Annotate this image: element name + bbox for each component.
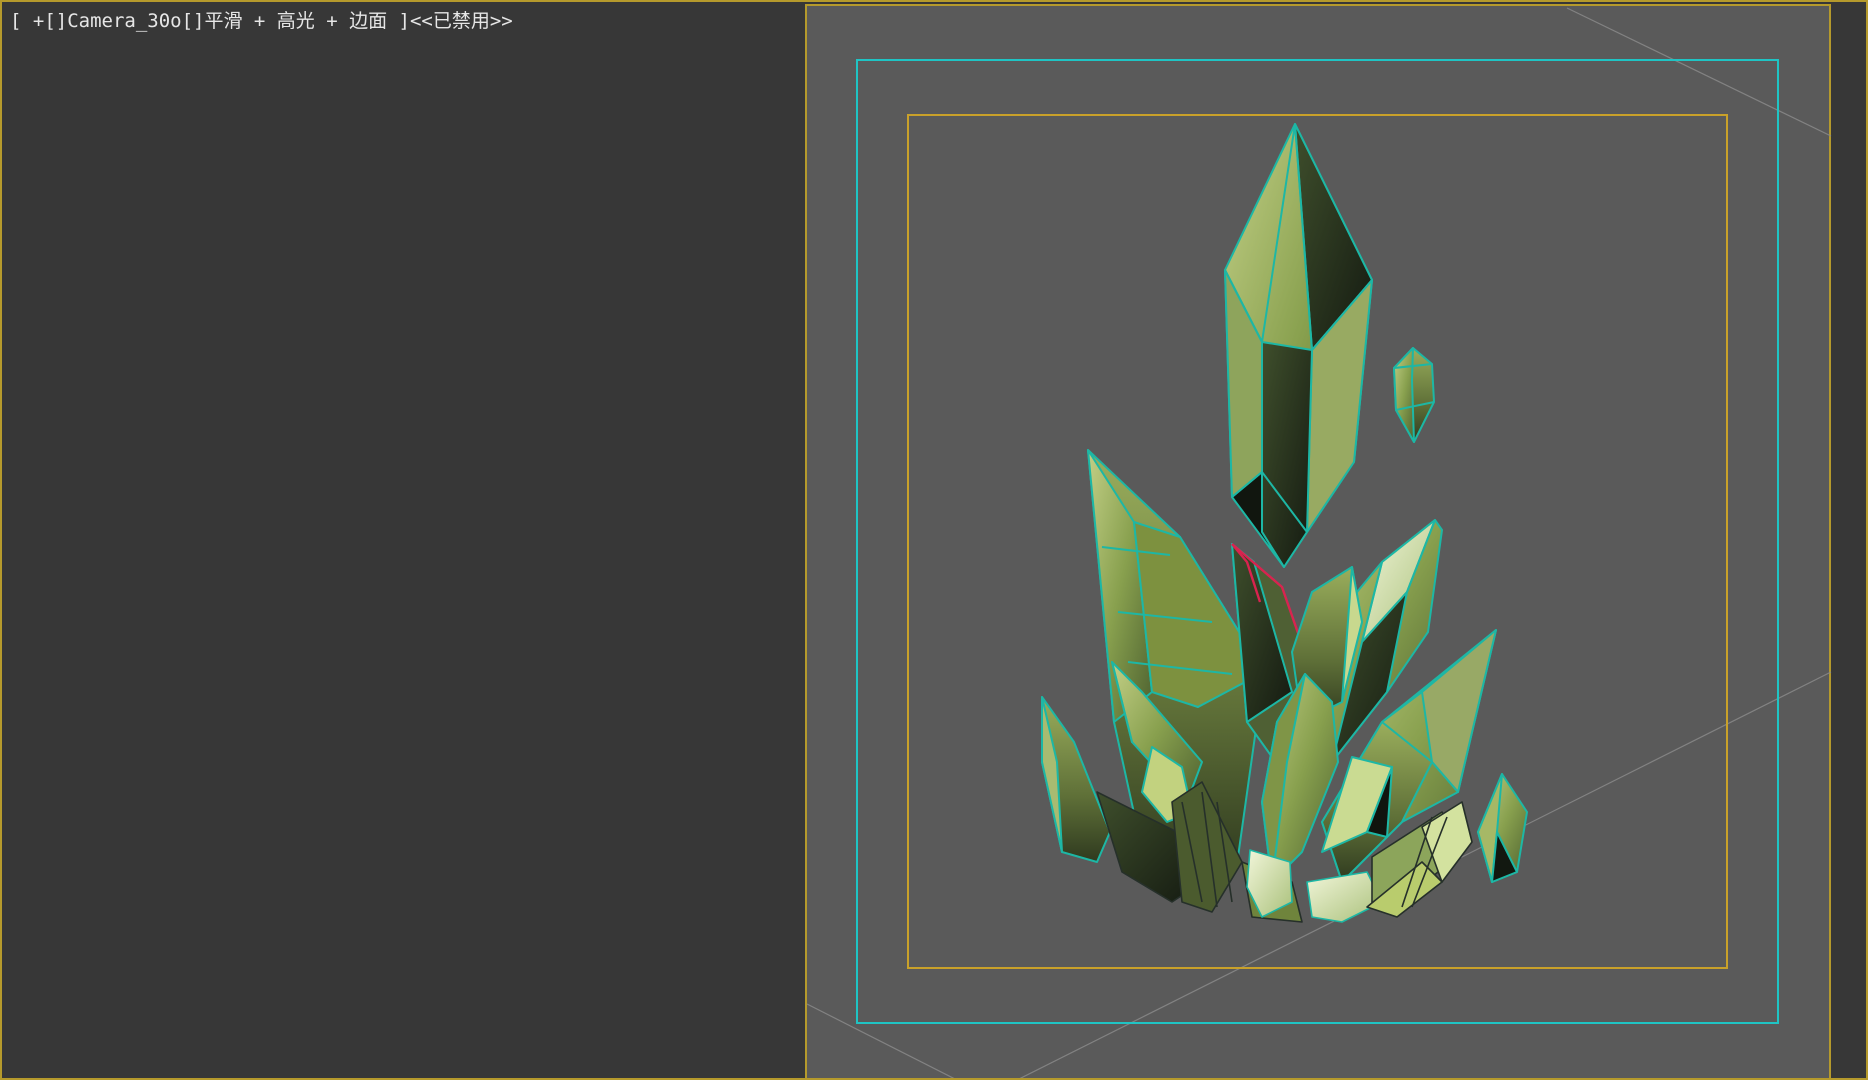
- scene-canvas[interactable]: [2, 2, 1868, 1080]
- viewport-label[interactable]: [ +[]Camera_30o[]平滑 + 高光 + 边面 ]<<已禁用>>: [10, 6, 513, 33]
- crystal-bottom-right: [1477, 773, 1528, 883]
- camera-frustum-lines: [806, 7, 1832, 1078]
- crystal-cluster[interactable]: [1041, 123, 1528, 923]
- crystal-large-floating: [1224, 123, 1373, 568]
- camera-viewport[interactable]: [ +[]Camera_30o[]平滑 + 高光 + 边面 ]<<已禁用>>: [0, 0, 1868, 1080]
- crystal-small-floating: [1393, 347, 1435, 443]
